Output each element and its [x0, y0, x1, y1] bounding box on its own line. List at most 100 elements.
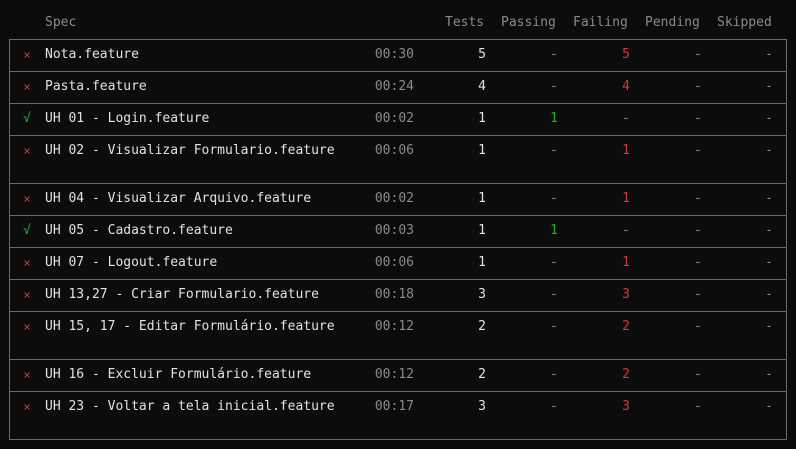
spec-name: UH 07 - Logout.feature: [45, 255, 218, 270]
fail-icon: ×: [23, 320, 31, 334]
pending-count: -: [694, 319, 702, 334]
tests-count: 2: [478, 319, 486, 334]
tests-count: 1: [478, 143, 486, 158]
spec-name: Nota.feature: [45, 47, 139, 62]
tests-count: 1: [478, 255, 486, 270]
failing-column-header: Failing: [573, 15, 628, 30]
passing-count: -: [550, 143, 558, 158]
fail-icon: ×: [23, 288, 31, 302]
failing-count: 1: [622, 191, 630, 206]
duration: 00:06: [374, 255, 414, 270]
failing-count: 3: [622, 287, 630, 302]
passing-count: -: [550, 319, 558, 334]
pending-column-header: Pending: [645, 15, 700, 30]
tests-count: 1: [478, 111, 486, 126]
spec-name: UH 23 - Voltar a tela inicial.feature: [45, 399, 335, 414]
failing-count: 1: [622, 255, 630, 270]
skipped-count: -: [765, 223, 773, 238]
duration: 00:17: [374, 399, 414, 414]
fail-icon: ×: [23, 144, 31, 158]
spec-name: UH 04 - Visualizar Arquivo.feature: [45, 191, 312, 206]
pending-count: -: [694, 287, 702, 302]
tests-count: 5: [478, 47, 486, 62]
pending-count: -: [694, 367, 702, 382]
duration: 00:03: [374, 223, 414, 238]
duration: 00:30: [374, 47, 414, 62]
skipped-count: -: [765, 79, 773, 94]
failing-count: -: [622, 111, 630, 126]
results-table: × Nota.feature 00:30 5 - 5 - - × Pasta.f…: [9, 39, 787, 440]
skipped-count: -: [765, 287, 773, 302]
spec-name: UH 15, 17 - Editar Formulário.feature: [45, 319, 335, 334]
pass-icon: √: [23, 223, 31, 238]
pending-count: -: [694, 111, 702, 126]
duration: 00:06: [374, 143, 414, 158]
duration: 00:02: [374, 111, 414, 126]
duration: 00:02: [374, 191, 414, 206]
fail-icon: ×: [23, 48, 31, 62]
fail-icon: ×: [23, 192, 31, 206]
pending-count: -: [694, 143, 702, 158]
passing-count: -: [550, 47, 558, 62]
failing-count: -: [622, 223, 630, 238]
skipped-count: -: [765, 399, 773, 414]
table-row: × UH 15, 17 - Editar Formulário.feature …: [10, 312, 786, 360]
duration: 00:12: [374, 367, 414, 382]
skipped-count: -: [765, 255, 773, 270]
passing-count: -: [550, 367, 558, 382]
table-row: × UH 13,27 - Criar Formulario.feature 00…: [10, 280, 786, 312]
pending-count: -: [694, 79, 702, 94]
failing-count: 4: [622, 79, 630, 94]
pending-count: -: [694, 47, 702, 62]
passing-count: -: [550, 191, 558, 206]
fail-icon: ×: [23, 400, 31, 414]
spec-name: Pasta.feature: [45, 79, 147, 94]
pending-count: -: [694, 399, 702, 414]
tests-count: 4: [478, 79, 486, 94]
passing-count: 1: [550, 223, 558, 238]
passing-count: 1: [550, 111, 558, 126]
tests-column-header: Tests: [445, 15, 485, 30]
passing-count: -: [550, 255, 558, 270]
duration: 00:24: [374, 79, 414, 94]
failing-count: 2: [622, 319, 630, 334]
spec-name: UH 02 - Visualizar Formulario.feature: [45, 143, 335, 158]
duration: 00:18: [374, 287, 414, 302]
tests-count: 2: [478, 367, 486, 382]
table-row: × Nota.feature 00:30 5 - 5 - -: [10, 40, 786, 72]
passing-count: -: [550, 79, 558, 94]
skipped-count: -: [765, 47, 773, 62]
failing-count: 2: [622, 367, 630, 382]
table-row: × UH 04 - Visualizar Arquivo.feature 00:…: [10, 184, 786, 216]
failing-count: 3: [622, 399, 630, 414]
skipped-column-header: Skipped: [717, 15, 772, 30]
fail-icon: ×: [23, 368, 31, 382]
tests-count: 3: [478, 287, 486, 302]
fail-icon: ×: [23, 256, 31, 270]
duration: 00:12: [374, 319, 414, 334]
skipped-count: -: [765, 111, 773, 126]
pending-count: -: [694, 255, 702, 270]
tests-count: 1: [478, 191, 486, 206]
spec-name: UH 01 - Login.feature: [45, 111, 210, 126]
spec-name: UH 05 - Cadastro.feature: [45, 223, 233, 238]
skipped-count: -: [765, 367, 773, 382]
table-row: × UH 23 - Voltar a tela inicial.feature …: [10, 392, 786, 440]
passing-column-header: Passing: [501, 15, 556, 30]
spec-name: UH 13,27 - Criar Formulario.feature: [45, 287, 319, 302]
tests-count: 1: [478, 223, 486, 238]
table-row: √ UH 01 - Login.feature 00:02 1 1 - - -: [10, 104, 786, 136]
skipped-count: -: [765, 319, 773, 334]
failing-count: 1: [622, 143, 630, 158]
skipped-count: -: [765, 143, 773, 158]
pending-count: -: [694, 191, 702, 206]
failing-count: 5: [622, 47, 630, 62]
pass-icon: √: [23, 111, 31, 126]
passing-count: -: [550, 399, 558, 414]
pending-count: -: [694, 223, 702, 238]
table-row: √ UH 05 - Cadastro.feature 00:03 1 1 - -…: [10, 216, 786, 248]
spec-column-header: Spec: [45, 15, 77, 30]
table-row: × UH 02 - Visualizar Formulario.feature …: [10, 136, 786, 184]
table-row: × Pasta.feature 00:24 4 - 4 - -: [10, 72, 786, 104]
fail-icon: ×: [23, 80, 31, 94]
